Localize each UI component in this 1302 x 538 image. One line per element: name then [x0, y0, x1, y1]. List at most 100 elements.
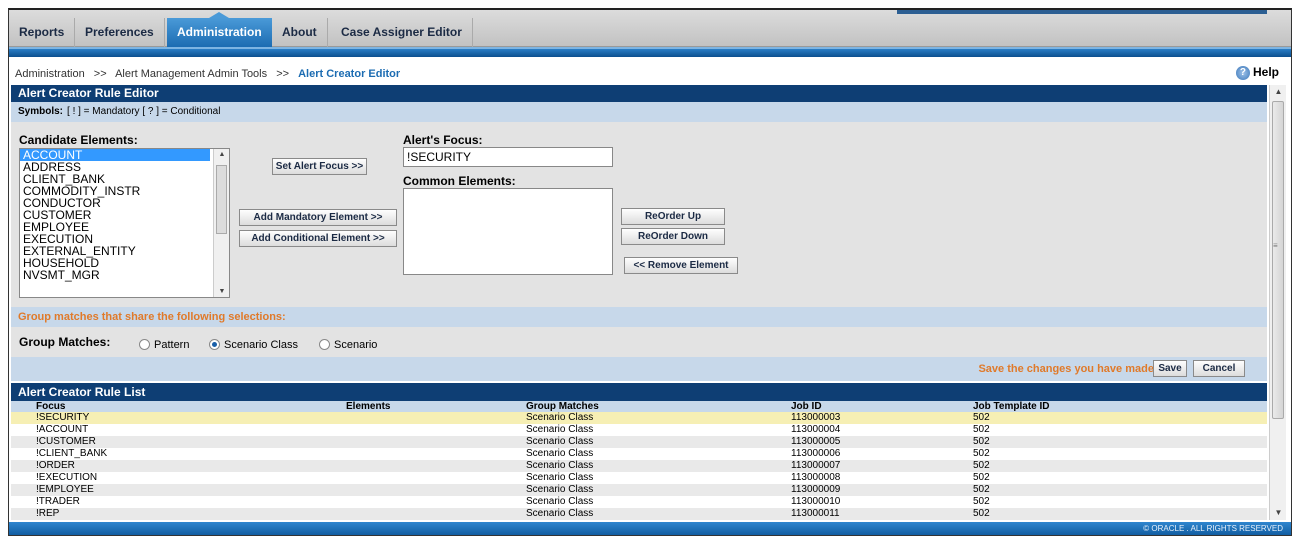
radio-scenario-class[interactable]: Scenario Class	[209, 339, 298, 351]
list-item[interactable]: NVSMT_MGR	[20, 269, 229, 281]
alerts-focus-field[interactable]: !SECURITY	[403, 147, 613, 167]
cell-group-matches: Scenario Class	[526, 448, 791, 460]
cell-elements	[346, 508, 526, 520]
save-bar: Save the changes you have made. Save Can…	[11, 357, 1267, 381]
cell-job-template-id: 502	[973, 484, 1267, 496]
cell-group-matches: Scenario Class	[526, 484, 791, 496]
symbols-legend: Symbols:[ ! ] = Mandatory [ ? ] = Condit…	[11, 102, 1267, 122]
help-icon: ?	[1235, 65, 1250, 80]
table-row[interactable]: !EXECUTION Scenario Class 113000008 502	[11, 472, 1267, 484]
list-scroll-thumb[interactable]	[216, 165, 227, 234]
breadcrumb-separator: >>	[93, 68, 107, 80]
table-row[interactable]: !EMPLOYEE Scenario Class 113000009 502	[11, 484, 1267, 496]
help-link[interactable]: ? Help	[1235, 65, 1279, 80]
main-content: Alert Creator Rule Editor Symbols:[ ! ] …	[11, 85, 1267, 520]
cell-focus: !EMPLOYEE	[36, 484, 346, 496]
breadcrumb-item-administration[interactable]: Administration	[15, 68, 85, 80]
list-scrollbar[interactable]: ▲ ▼	[213, 149, 229, 297]
cell-job-id: 113000007	[791, 460, 973, 472]
page-scroll-thumb[interactable]	[1272, 101, 1284, 419]
cell-job-id: 113000006	[791, 448, 973, 460]
column-header-job-template-id[interactable]: Job Template ID	[973, 401, 1267, 412]
radio-label: Scenario Class	[224, 339, 298, 351]
cell-elements	[346, 460, 526, 472]
save-button[interactable]: Save	[1153, 360, 1187, 377]
breadcrumb-item-admin-tools[interactable]: Alert Management Admin Tools	[115, 68, 267, 80]
help-label: Help	[1252, 65, 1279, 79]
tab-preferences[interactable]: Preferences	[75, 18, 165, 47]
table-row[interactable]: !ORDER Scenario Class 113000007 502	[11, 460, 1267, 472]
tab-administration[interactable]: Administration	[167, 12, 272, 47]
cell-elements	[346, 448, 526, 460]
column-header-group-matches[interactable]: Group Matches	[526, 401, 791, 412]
add-conditional-element-button[interactable]: Add Conditional Element >>	[239, 230, 397, 247]
cell-job-template-id: 502	[973, 424, 1267, 436]
cell-job-id: 113000010	[791, 496, 973, 508]
cell-job-id: 113000011	[791, 508, 973, 520]
cell-job-template-id: 502	[973, 496, 1267, 508]
save-message: Save the changes you have made.	[978, 363, 1157, 375]
scroll-down-icon[interactable]: ▼	[214, 288, 229, 295]
cell-job-id: 113000004	[791, 424, 973, 436]
cell-job-id: 113000009	[791, 484, 973, 496]
tab-reports[interactable]: Reports	[9, 18, 76, 47]
radio-circle-selected[interactable]	[209, 339, 220, 350]
rule-list-table: Focus Elements Group Matches Job ID Job …	[11, 401, 1267, 520]
remove-element-button[interactable]: << Remove Element	[624, 257, 738, 274]
cell-elements	[346, 424, 526, 436]
table-row[interactable]: !TRADER Scenario Class 113000010 502	[11, 496, 1267, 508]
cell-group-matches: Scenario Class	[526, 508, 791, 520]
radio-circle[interactable]	[139, 339, 150, 350]
tab-case-assigner-editor[interactable]: Case Assigner Editor	[331, 18, 473, 47]
cell-elements	[346, 496, 526, 508]
reorder-up-button[interactable]: ReOrder Up	[621, 208, 725, 225]
cell-focus: !CUSTOMER	[36, 436, 346, 448]
add-mandatory-element-button[interactable]: Add Mandatory Element >>	[239, 209, 397, 226]
alerts-focus-label: Alert's Focus:	[403, 133, 483, 147]
column-header-focus[interactable]: Focus	[36, 401, 346, 412]
radio-scenario[interactable]: Scenario	[319, 339, 377, 351]
scroll-grip-icon: ≡	[1273, 241, 1278, 250]
cell-job-template-id: 502	[973, 472, 1267, 484]
cell-job-template-id: 502	[973, 412, 1267, 424]
candidate-elements-label: Candidate Elements:	[19, 133, 138, 147]
scroll-up-icon[interactable]: ▲	[214, 151, 229, 158]
cell-focus: !CLIENT_BANK	[36, 448, 346, 460]
column-header-job-id[interactable]: Job ID	[791, 401, 973, 412]
cancel-button[interactable]: Cancel	[1193, 360, 1245, 377]
cell-job-template-id: 502	[973, 508, 1267, 520]
page-scrollbar[interactable]: ▲ ≡ ▼	[1269, 85, 1286, 520]
app-window: Reports Preferences Administration About…	[8, 8, 1292, 536]
common-elements-list[interactable]	[403, 188, 613, 275]
cell-elements	[346, 484, 526, 496]
radio-label: Pattern	[154, 339, 190, 351]
breadcrumb-separator: >>	[276, 68, 290, 80]
breadcrumb: Administration >> Alert Management Admin…	[15, 68, 400, 80]
symbols-text: [ ! ] = Mandatory [ ? ] = Conditional	[67, 106, 221, 117]
table-row[interactable]: !REP Scenario Class 113000011 502	[11, 508, 1267, 520]
cell-group-matches: Scenario Class	[526, 460, 791, 472]
scroll-down-icon[interactable]: ▼	[1270, 506, 1287, 520]
candidate-elements-list[interactable]: ACCOUNT ADDRESS CLIENT_BANK COMMODITY_IN…	[19, 148, 230, 298]
radio-pattern[interactable]: Pattern	[139, 339, 189, 351]
cell-elements	[346, 472, 526, 484]
cell-job-id: 113000005	[791, 436, 973, 448]
table-row[interactable]: !CLIENT_BANK Scenario Class 113000006 50…	[11, 448, 1267, 460]
group-matches-label: Group Matches:	[19, 335, 111, 349]
cell-group-matches: Scenario Class	[526, 424, 791, 436]
table-row[interactable]: !ACCOUNT Scenario Class 113000004 502	[11, 424, 1267, 436]
group-matches-row: Group Matches: Pattern Scenario Class Sc…	[11, 327, 1267, 357]
table-header-row: Focus Elements Group Matches Job ID Job …	[11, 401, 1267, 412]
reorder-down-button[interactable]: ReOrder Down	[621, 228, 725, 245]
set-alert-focus-button[interactable]: Set Alert Focus >>	[272, 158, 367, 175]
table-row[interactable]: !CUSTOMER Scenario Class 113000005 502	[11, 436, 1267, 448]
common-elements-label: Common Elements:	[403, 174, 516, 188]
nav-accent-bar	[9, 47, 1291, 57]
table-row[interactable]: !SECURITY Scenario Class 113000003 502	[11, 412, 1267, 424]
radio-circle[interactable]	[319, 339, 330, 350]
cell-focus: !ORDER	[36, 460, 346, 472]
tab-about[interactable]: About	[272, 18, 328, 47]
scroll-up-icon[interactable]: ▲	[1270, 85, 1287, 99]
column-header-elements[interactable]: Elements	[346, 401, 526, 412]
cell-job-id: 113000008	[791, 472, 973, 484]
